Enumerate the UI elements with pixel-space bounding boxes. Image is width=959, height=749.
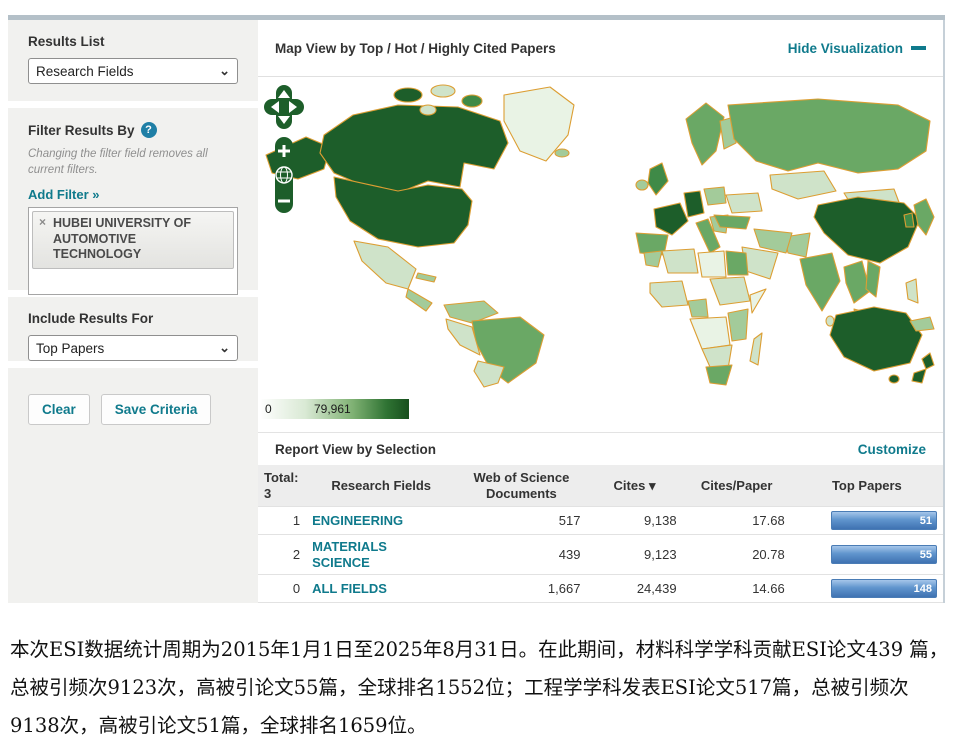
report-view-header: Report View by Selection Customize: [258, 432, 943, 465]
header-cites-per-paper: Cites/Paper: [683, 465, 791, 507]
filter-chip: × HUBEI UNIVERSITY OF AUTOMOTIVE TECHNOL…: [32, 211, 234, 269]
include-results-section: Include Results For Top Papers ⌄: [8, 297, 258, 361]
esi-app-window: Results List Research Fields ⌄ Filter Re…: [8, 15, 945, 603]
legend-min: 0: [265, 402, 272, 416]
clear-button[interactable]: Clear: [28, 394, 90, 425]
header-total: Total: 3: [258, 465, 306, 507]
cites-per-paper-cell: 17.68: [683, 507, 791, 535]
docs-cell: 439: [456, 535, 586, 575]
pan-control: [264, 85, 304, 129]
active-filters-list: × HUBEI UNIVERSITY OF AUTOMOTIVE TECHNOL…: [28, 207, 238, 295]
results-list-section: Results List Research Fields ⌄: [8, 20, 258, 101]
world-map-area[interactable]: [258, 77, 943, 395]
table-row: 0 ALL FIELDS 1,667 24,439 14.66 148: [258, 575, 943, 603]
rank-cell: 0: [258, 575, 306, 603]
header-cites[interactable]: Cites ▾: [586, 465, 682, 507]
field-link[interactable]: ENGINEERING: [312, 513, 403, 529]
world-map[interactable]: [258, 77, 942, 395]
sort-desc-icon: ▾: [649, 478, 656, 493]
filter-note: Changing the filter field removes all cu…: [28, 147, 238, 178]
collapse-icon: [911, 46, 926, 50]
map-legend: 0 79,961: [261, 399, 409, 419]
legend-max: 79,961: [314, 402, 351, 416]
visualization-panel: Map View by Top / Hot / Highly Cited Pap…: [258, 20, 943, 603]
top-papers-bar: 148: [831, 579, 937, 598]
hide-visualization-label: Hide Visualization: [788, 41, 903, 56]
add-filter-link[interactable]: Add Filter »: [28, 187, 100, 202]
report-view-title: Report View by Selection: [275, 442, 436, 457]
hide-visualization-link[interactable]: Hide Visualization: [788, 41, 926, 56]
customize-link[interactable]: Customize: [858, 442, 926, 457]
table-header-row: Total: 3 Research Fields Web of Science …: [258, 465, 943, 507]
results-list-label: Results List: [28, 34, 238, 49]
sidebar: Results List Research Fields ⌄ Filter Re…: [8, 20, 258, 603]
chevron-down-icon: ⌄: [219, 340, 230, 356]
cites-cell: 9,138: [586, 507, 682, 535]
top-papers-bar: 51: [831, 511, 937, 530]
map-controls: [264, 85, 304, 217]
esi-summary-paragraph: 本次ESI数据统计周期为2015年1月1日至2025年8月31日。在此期间，材料…: [10, 631, 952, 745]
help-icon[interactable]: ?: [141, 122, 157, 138]
docs-cell: 1,667: [456, 575, 586, 603]
include-results-selected-value: Top Papers: [36, 341, 104, 356]
cites-cell: 9,123: [586, 535, 682, 575]
rank-cell: 1: [258, 507, 306, 535]
results-list-selected-value: Research Fields: [36, 64, 134, 79]
filter-results-by-label: Filter Results By: [28, 123, 135, 138]
filter-chip-label: HUBEI UNIVERSITY OF AUTOMOTIVE TECHNOLOG…: [53, 216, 191, 261]
field-link[interactable]: MATERIALS SCIENCE: [312, 539, 424, 570]
cites-per-paper-cell: 20.78: [683, 535, 791, 575]
docs-cell: 517: [456, 507, 586, 535]
bar-value: 55: [920, 549, 932, 561]
bar-value: 51: [920, 515, 932, 527]
field-link[interactable]: ALL FIELDS: [312, 581, 387, 597]
map-view-header: Map View by Top / Hot / Highly Cited Pap…: [258, 20, 943, 77]
header-research-fields: Research Fields: [306, 465, 456, 507]
cites-per-paper-cell: 14.66: [683, 575, 791, 603]
header-top-papers: Top Papers: [791, 465, 943, 507]
table-row: 2 MATERIALS SCIENCE 439 9,123 20.78 55: [258, 535, 943, 575]
save-criteria-button[interactable]: Save Criteria: [101, 394, 212, 425]
table-row: 1 ENGINEERING 517 9,138 17.68 51: [258, 507, 943, 535]
bar-value: 148: [914, 583, 932, 595]
results-list-select[interactable]: Research Fields ⌄: [28, 58, 238, 84]
include-results-label: Include Results For: [28, 311, 238, 326]
main-panel: Results List Research Fields ⌄ Filter Re…: [8, 20, 945, 603]
chevron-down-icon: ⌄: [219, 63, 230, 79]
top-papers-bar: 55: [831, 545, 937, 564]
filter-section: Filter Results By ? Changing the filter …: [8, 108, 258, 290]
rank-cell: 2: [258, 535, 306, 575]
zoom-control: [275, 137, 293, 213]
map-view-title: Map View by Top / Hot / Highly Cited Pap…: [275, 41, 556, 56]
remove-filter-icon[interactable]: ×: [39, 215, 46, 230]
actions-section: Clear Save Criteria: [8, 368, 258, 603]
report-table: Total: 3 Research Fields Web of Science …: [258, 465, 943, 603]
header-wos-documents: Web of Science Documents: [456, 465, 586, 507]
include-results-select[interactable]: Top Papers ⌄: [28, 335, 238, 361]
cites-cell: 24,439: [586, 575, 682, 603]
